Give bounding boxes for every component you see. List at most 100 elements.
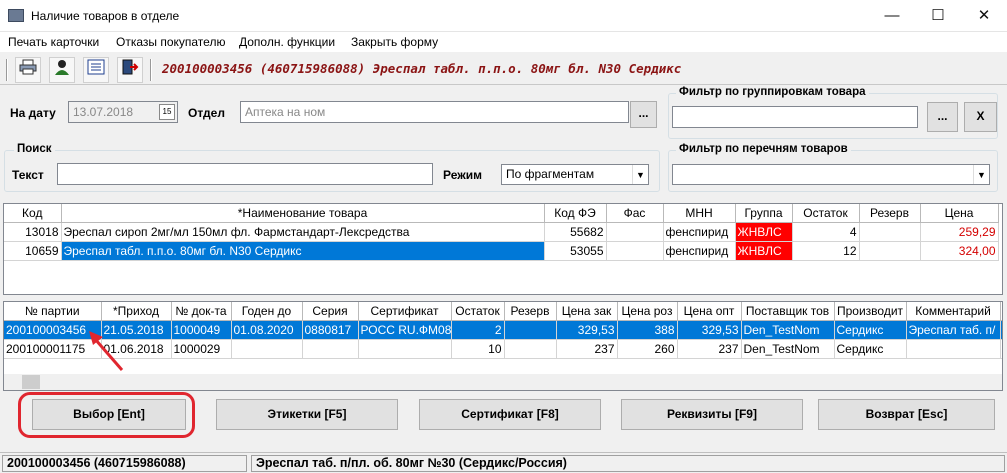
batch-row[interactable]: 200100003456 21.05.2018 1000049 01.08.2020 0… (4, 320, 1002, 340)
batch-cell[interactable]: Den_TestNom (741, 339, 835, 359)
batch-cell[interactable]: 0880817 (302, 320, 359, 340)
batch-cell[interactable] (358, 339, 452, 359)
menu-extra-functions[interactable]: Дополн. функции (239, 35, 335, 49)
batch-cell[interactable]: Эреспал таб. п/ (906, 320, 1001, 340)
goods-cell[interactable]: Эреспал табл. п.п.о. 80мг бл. N30 Сердик… (61, 241, 545, 261)
goods-column-header[interactable]: Резерв (859, 204, 921, 223)
batch-cell[interactable]: 01.08.2020 (231, 320, 303, 340)
batch-cell[interactable] (231, 339, 303, 359)
scrollbar-thumb[interactable] (22, 375, 40, 389)
goods-cell[interactable]: 4 (792, 222, 860, 242)
filter-group-clear-button[interactable]: X (964, 102, 997, 132)
dept-select-button[interactable]: ... (630, 101, 657, 128)
certificate-button[interactable]: Сертификат [F8] (419, 399, 601, 430)
goods-cell[interactable] (859, 241, 921, 261)
goods-cell[interactable]: фенспирид (663, 222, 736, 242)
batch-cell[interactable]: 2 (451, 320, 505, 340)
batch-column-header[interactable]: Сертификат (358, 302, 452, 321)
batch-column-header[interactable]: Цена опт (677, 302, 742, 321)
goods-cell[interactable] (859, 222, 921, 242)
goods-column-header[interactable]: Код (4, 204, 62, 223)
batch-column-header[interactable]: Годен до (231, 302, 303, 321)
goods-cell[interactable]: 324,00 (920, 241, 999, 261)
menu-refusals[interactable]: Отказы покупателю (116, 35, 225, 49)
goods-row[interactable]: 13018 Эреспал сироп 2мг/мл 150мл фл. Фарм… (4, 222, 999, 242)
goods-cell[interactable]: 12 (792, 241, 860, 261)
batch-cell[interactable]: 1000049 (171, 320, 232, 340)
filter-group-select-button[interactable]: ... (927, 102, 958, 132)
batch-cell[interactable]: 237 (556, 339, 618, 359)
dept-field[interactable]: Аптека на ном (240, 101, 629, 123)
mode-select[interactable]: По фрагментам (501, 164, 649, 185)
goods-cell[interactable]: 259,29 (920, 222, 999, 242)
chevron-down-icon[interactable]: ▼ (973, 165, 989, 184)
export-icon[interactable] (117, 57, 143, 83)
goods-cell[interactable]: 10659 (4, 241, 62, 261)
batch-column-header[interactable]: № док-та (171, 302, 232, 321)
batch-column-header[interactable]: З (1000, 302, 1002, 321)
batch-cell[interactable]: 329,53 (677, 320, 742, 340)
labels-button[interactable]: Этикетки [F5] (216, 399, 398, 430)
batch-cell[interactable]: Den_TestNom (741, 320, 835, 340)
goods-cell[interactable]: 13018 (4, 222, 62, 242)
batch-cell[interactable]: РОСС RU.ФМ08 (358, 320, 452, 340)
batch-column-header[interactable]: Остаток (451, 302, 505, 321)
printer-icon[interactable] (15, 57, 41, 83)
batch-cell[interactable]: Сердикс (834, 339, 907, 359)
return-button[interactable]: Возврат [Esc] (818, 399, 995, 430)
goods-cell[interactable]: Эреспал сироп 2мг/мл 150мл фл. Фармстанд… (61, 222, 545, 242)
chevron-down-icon[interactable]: ▼ (632, 165, 648, 184)
batch-cell[interactable]: 388 (617, 320, 678, 340)
batch-cell[interactable] (906, 339, 1001, 359)
batch-column-header[interactable]: Производит (834, 302, 907, 321)
menu-print-card[interactable]: Печать карточки (8, 35, 99, 49)
batch-cell[interactable]: Сердикс (834, 320, 907, 340)
batch-column-header[interactable]: Серия (302, 302, 359, 321)
user-icon[interactable] (49, 57, 75, 83)
goods-cell[interactable]: ЖНВЛС (735, 241, 793, 261)
batch-cell[interactable] (504, 320, 557, 340)
batch-cell[interactable]: 329,53 (556, 320, 618, 340)
filter-group-input[interactable] (672, 106, 918, 128)
goods-cell[interactable] (606, 241, 664, 261)
requisites-button[interactable]: Реквизиты [F9] (621, 399, 803, 430)
batch-cell[interactable]: 237 (677, 339, 742, 359)
batch-row[interactable]: 200100001175 01.06.2018 1000029 10 237 260 237… (4, 339, 1002, 359)
goods-column-header[interactable]: Фас (606, 204, 664, 223)
select-button[interactable]: Выбор [Ent] (32, 399, 186, 430)
batch-cell[interactable] (504, 339, 557, 359)
filter-list-select[interactable] (672, 164, 990, 185)
close-button[interactable]: ✕ (961, 0, 1007, 31)
goods-column-header[interactable]: Группа (735, 204, 793, 223)
batch-cell[interactable]: 1000029 (171, 339, 232, 359)
batch-cell[interactable]: 260 (617, 339, 678, 359)
goods-cell[interactable]: ЖНВЛС (735, 222, 793, 242)
batch-column-header[interactable]: Цена зак (556, 302, 618, 321)
batch-cell[interactable] (1000, 339, 1002, 359)
batch-cell[interactable] (1000, 320, 1002, 340)
batch-column-header[interactable]: *Приход (101, 302, 172, 321)
goods-row[interactable]: 10659 Эреспал табл. п.п.о. 80мг бл. N30 С… (4, 241, 999, 261)
goods-column-header[interactable]: Остаток (792, 204, 860, 223)
goods-column-header[interactable]: Код ФЭ (544, 204, 607, 223)
batch-cell[interactable] (302, 339, 359, 359)
maximize-button[interactable]: ☐ (915, 0, 961, 31)
batch-cell[interactable]: 10 (451, 339, 505, 359)
search-text-input[interactable] (57, 163, 433, 185)
goods-cell[interactable] (606, 222, 664, 242)
calendar-icon[interactable]: 15 (159, 104, 175, 120)
goods-cell[interactable]: 55682 (544, 222, 607, 242)
menu-close-form[interactable]: Закрыть форму (351, 35, 438, 49)
goods-column-header[interactable]: МНН (663, 204, 736, 223)
horizontal-scrollbar[interactable] (4, 374, 1002, 390)
goods-column-header[interactable]: Цена (920, 204, 999, 223)
batch-column-header[interactable]: Цена роз (617, 302, 678, 321)
batch-column-header[interactable]: Поставщик тов (741, 302, 835, 321)
batch-column-header[interactable]: Комментарий (906, 302, 1001, 321)
batch-column-header[interactable]: № партии (4, 302, 102, 321)
batch-column-header[interactable]: Резерв (504, 302, 557, 321)
goods-cell[interactable]: фенспирид (663, 241, 736, 261)
goods-column-header[interactable]: *Наименование товара (61, 204, 545, 223)
list-icon[interactable] (83, 57, 109, 83)
goods-cell[interactable]: 53055 (544, 241, 607, 261)
